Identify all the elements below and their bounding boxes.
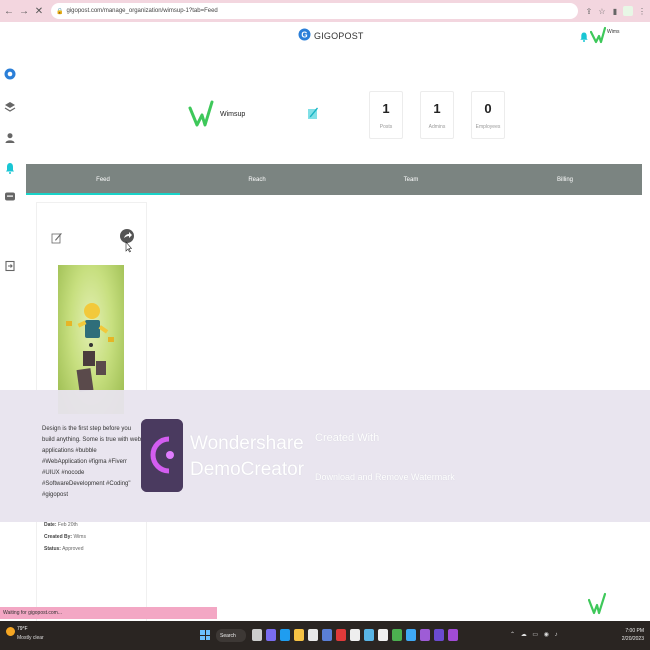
star-icon[interactable]: ☆ [597, 6, 607, 16]
post-text: Design is the first step before you buil… [42, 426, 142, 498]
layers-icon[interactable] [4, 101, 16, 113]
address-bar[interactable]: 🔒 gigopost.com/manage_organization/wimsu… [51, 3, 578, 19]
watermark-brand-line2: DemoCreator [190, 459, 305, 480]
file-explorer-icon[interactable] [294, 629, 304, 641]
org-tabs: Feed Reach Team Billing [26, 164, 642, 195]
windows-taskbar: 79°F Mostly clear Search ⌃ ☁ ▭ ◉ ♪ 7:00 … [0, 621, 650, 650]
back-icon[interactable]: ← [3, 6, 15, 17]
taskbar-search-button[interactable]: Search [216, 629, 246, 642]
stat-admins-label: Admins [428, 124, 446, 130]
stat-employees: 0 Employees [471, 91, 505, 139]
user-icon[interactable] [4, 132, 16, 144]
task-view-icon[interactable] [252, 629, 262, 641]
app-d-icon[interactable] [392, 629, 402, 641]
teams-icon[interactable] [266, 629, 276, 641]
app-header: G GIGOPOST Wims [0, 22, 650, 56]
browser-status-bar: Waiting for gigopost.com... [0, 607, 217, 619]
stat-admins: 1 Admins [420, 91, 454, 139]
post-created-by: Created By: Wims [44, 534, 86, 540]
system-tray-icons[interactable]: ⌃ ☁ ▭ ◉ ♪ [510, 631, 560, 638]
taskbar-search-label: Search [220, 632, 236, 639]
app-a-icon[interactable] [322, 629, 332, 641]
democreator-taskbar-icon[interactable] [448, 629, 458, 641]
democreator-logo-icon [141, 419, 183, 492]
post-created-by-value: Wims [73, 534, 86, 540]
stat-admins-value: 1 [433, 101, 441, 116]
bell-icon[interactable] [4, 162, 16, 174]
logout-icon[interactable] [4, 260, 16, 272]
clock-time: 7:00 PM [625, 628, 644, 634]
stat-posts-value: 1 [382, 101, 390, 116]
mouse-cursor-icon [125, 241, 132, 253]
watermark-download-text: Download and Remove Watermark [315, 472, 455, 482]
org-name: Wimsup [220, 111, 246, 118]
gigopost-home-icon[interactable] [4, 68, 16, 80]
app-g-icon[interactable] [434, 629, 444, 641]
app-e-icon[interactable] [406, 629, 416, 641]
app-f-icon[interactable] [420, 629, 430, 641]
weather-icon[interactable] [6, 627, 15, 636]
app-c-icon[interactable] [378, 629, 388, 641]
post-date: Date: Feb 20th [44, 522, 78, 528]
tab-feed[interactable]: Feed [26, 164, 180, 195]
tab-billing[interactable]: Billing [488, 164, 642, 195]
forward-icon[interactable]: → [18, 6, 30, 17]
youtube-icon[interactable] [336, 629, 346, 641]
store-icon[interactable] [308, 629, 318, 641]
weather-desc: Mostly clear [17, 635, 44, 641]
notification-bell-icon[interactable] [580, 32, 588, 42]
weather-temp: 79°F [17, 626, 28, 632]
user-avatar-logo-icon[interactable] [590, 26, 606, 44]
stat-posts: 1 Posts [369, 91, 403, 139]
svg-text:G: G [301, 31, 307, 40]
stat-employees-label: Employees [475, 124, 501, 130]
chat-icon[interactable] [4, 191, 16, 203]
stat-posts-label: Posts [379, 124, 393, 130]
tab-reach[interactable]: Reach [180, 164, 334, 195]
post-created-by-label: Created By: [44, 534, 73, 540]
edit-post-icon[interactable] [51, 232, 62, 244]
windows-start-icon[interactable] [200, 630, 210, 640]
user-name[interactable]: Wims [607, 29, 620, 35]
url-text: gigopost.com/manage_organization/wimsup-… [66, 8, 218, 14]
stop-icon[interactable]: ✕ [33, 6, 45, 17]
brand-name: GIGOPOST [314, 31, 364, 41]
post-status: Status: Approved [44, 546, 83, 552]
edit-org-icon[interactable] [305, 106, 319, 120]
share-icon[interactable]: ⇪ [584, 6, 594, 16]
browser-toolbar: ← → ✕ 🔒 gigopost.com/manage_organization… [0, 0, 650, 22]
watermark-brand-line1: Wondershare [190, 433, 304, 454]
org-logo-icon [188, 100, 214, 127]
edge-icon[interactable] [280, 629, 290, 641]
post-status-label: Status: [44, 546, 61, 552]
app-b-icon[interactable] [364, 629, 374, 641]
post-date-label: Date: [44, 522, 57, 528]
chat-widget-logo-icon[interactable] [588, 592, 606, 616]
profile-avatar[interactable] [623, 6, 633, 16]
sidebar-toggle-icon[interactable]: ▮ [610, 6, 620, 16]
post-status-value: Approved [62, 546, 84, 552]
chrome-icon[interactable] [350, 629, 360, 641]
watermark-brand: Wondershare DemoCreator [190, 431, 310, 483]
stat-employees-value: 0 [484, 101, 492, 116]
tab-team[interactable]: Team [334, 164, 488, 195]
watermark-created-with: Created With [315, 432, 380, 444]
gigopost-logo-icon[interactable]: G [298, 26, 311, 43]
lock-icon: 🔒 [56, 8, 64, 15]
post-date-value: Feb 20th [57, 522, 78, 528]
menu-icon[interactable]: ⋮ [637, 6, 647, 16]
clock[interactable]: 7:00 PM 2/20/2023 [600, 627, 644, 643]
clock-date: 2/20/2023 [621, 636, 644, 642]
